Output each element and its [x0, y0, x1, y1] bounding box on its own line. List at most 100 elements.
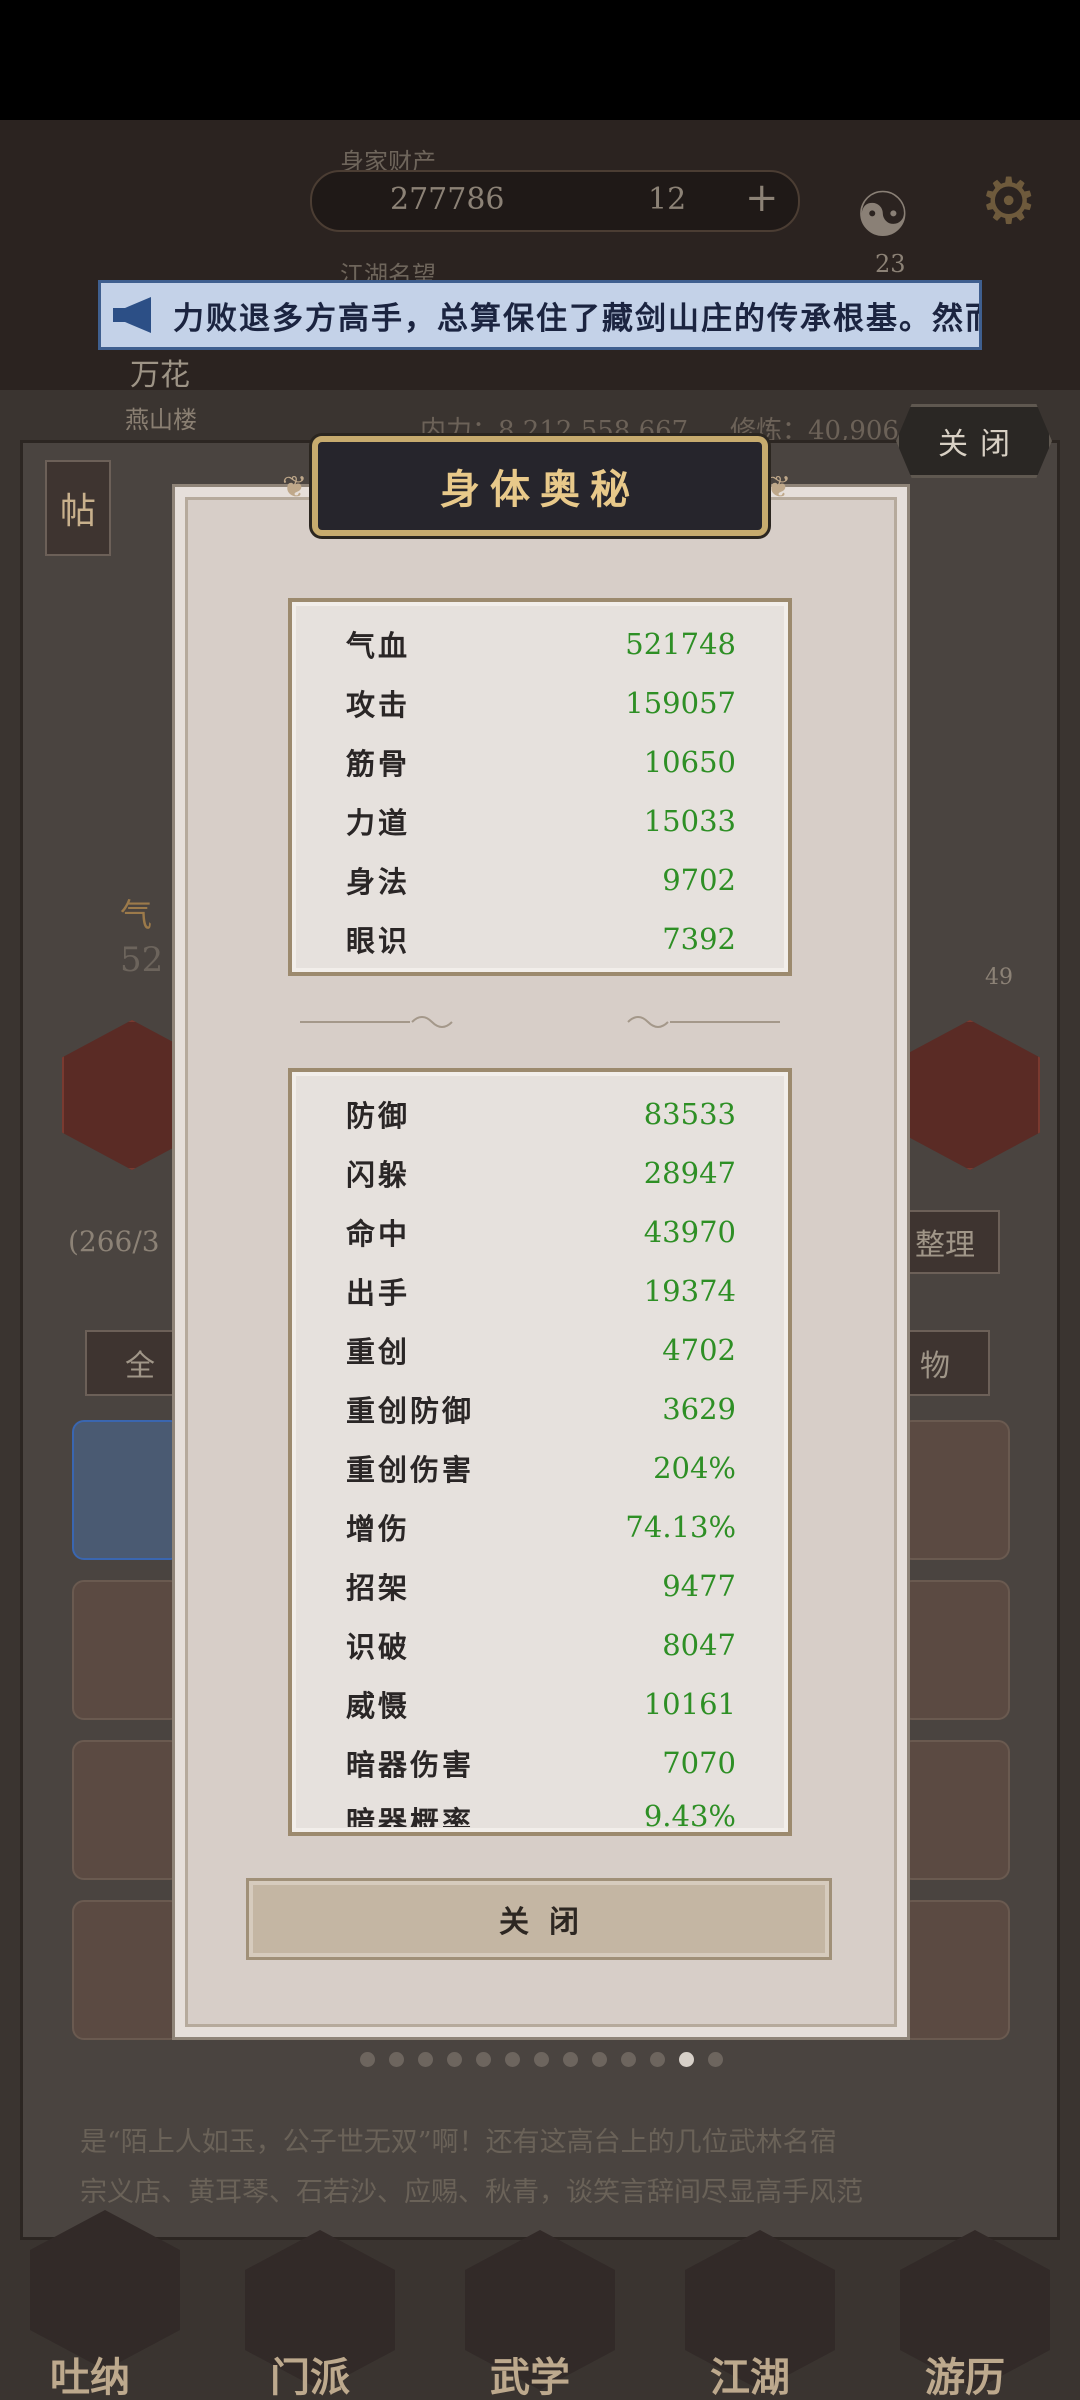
nav-label-menpai[interactable]: 门派	[270, 2345, 350, 2400]
nav-label-jianghu[interactable]: 江湖	[710, 2345, 790, 2400]
character-title: 燕山楼	[125, 406, 197, 434]
stat-row: 身法 9702	[346, 851, 736, 909]
inventory-slot[interactable]	[900, 1580, 1010, 1720]
stat-row: 招架 9477	[346, 1557, 736, 1615]
inventory-slot[interactable]	[72, 1580, 182, 1720]
stat-value: 7070	[662, 1746, 736, 1780]
stat-label: 闪躲	[346, 1158, 411, 1192]
page-dot[interactable]	[505, 2052, 520, 2067]
stat-label: 力道	[346, 806, 411, 840]
stat-label: 重创伤害	[346, 1453, 475, 1487]
add-currency-icon[interactable]: +	[745, 175, 779, 221]
nav-label-tuna[interactable]: 吐纳	[50, 2345, 130, 2400]
page-dot[interactable]	[418, 2052, 433, 2067]
stat-row: 命中 43970	[346, 1203, 736, 1261]
chat-line-2: 宗义店、黄耳琴、石若沙、应赐、秋青，谈笑言辞间尽显高手风范	[80, 2177, 863, 2208]
stat-row: 力道 15033	[346, 792, 736, 850]
stat-row: 增伤 74.13%	[346, 1498, 736, 1556]
stat-label: 威慑	[346, 1689, 411, 1723]
stat-row: 威慑 10161	[346, 1675, 736, 1733]
stat-value: 9.43%	[643, 1799, 736, 1827]
page-dot[interactable]	[650, 2052, 665, 2067]
page-dot[interactable]	[621, 2052, 636, 2067]
stat-row: 重创防御 3629	[346, 1380, 736, 1438]
gem-amount: 12	[648, 182, 687, 217]
stat-row: 攻击 159057	[346, 674, 736, 732]
inventory-counter: (266/3	[68, 1225, 160, 1258]
stat-label: 筋骨	[346, 747, 411, 781]
page-dot[interactable]	[389, 2052, 404, 2067]
nav-label-youli[interactable]: 游历	[925, 2345, 1005, 2400]
title-ornament-right: ❦	[766, 470, 792, 505]
page-indicator	[360, 2052, 723, 2067]
settings-gear-icon[interactable]: ⚙	[980, 165, 1037, 239]
stat-label: 眼识	[346, 924, 411, 958]
close-button[interactable]: 关闭	[246, 1878, 832, 1960]
speaker-icon	[113, 297, 151, 333]
marquee-text: 力败退多方高手，总算保住了藏剑山庄的传承根基。然而	[173, 300, 982, 337]
stat-label: 出手	[346, 1276, 411, 1310]
stat-label: 身法	[346, 865, 411, 899]
stat-row: 气血 521748	[346, 615, 736, 673]
inventory-slot[interactable]	[72, 1420, 182, 1560]
page-dot[interactable]	[708, 2052, 723, 2067]
stat-value: 204%	[653, 1451, 736, 1485]
nav-label-wuxue[interactable]: 武学	[490, 2345, 570, 2400]
stat-label: 重创	[346, 1335, 411, 1369]
close-button-label: 关闭	[499, 1905, 599, 1940]
stat-label: 招架	[346, 1571, 411, 1605]
resource-bar	[310, 170, 800, 232]
stat-row: 眼识 7392	[346, 910, 736, 968]
stat-value: 10650	[643, 745, 736, 779]
stat-value: 9477	[662, 1569, 736, 1603]
stat-value: 8047	[662, 1628, 736, 1662]
stat-label: 攻击	[346, 688, 411, 722]
close-button-top[interactable]: 关闭	[896, 404, 1052, 478]
stat-value: 19374	[643, 1274, 736, 1308]
page-dot[interactable]	[534, 2052, 549, 2067]
stat-label: 暗器概率	[346, 1805, 475, 1827]
stat-row: 防御 83533	[346, 1085, 736, 1143]
basic-stats-panel: 气血 521748 攻击 159057 筋骨 10650 力道 15033 身法…	[288, 598, 792, 976]
inventory-slot[interactable]	[72, 1900, 182, 2040]
notify-count: 23	[875, 250, 906, 278]
inventory-slot[interactable]	[72, 1740, 182, 1880]
inventory-slot[interactable]	[900, 1740, 1010, 1880]
announcement-marquee: 力败退多方高手，总算保住了藏剑山庄的传承根基。然而	[98, 280, 982, 350]
modal-title: 身体奥秘	[440, 466, 640, 513]
page-dot[interactable]	[592, 2052, 607, 2067]
stat-value: 83533	[643, 1097, 736, 1131]
stat-row: 出手 19374	[346, 1262, 736, 1320]
stat-value: 28947	[643, 1156, 736, 1190]
stat-label: 识破	[346, 1630, 411, 1664]
page-dot[interactable]	[563, 2052, 578, 2067]
stat-value: 9702	[662, 863, 736, 897]
stat-value: 74.13%	[625, 1510, 736, 1544]
post-button[interactable]: 帖	[45, 460, 111, 556]
taiji-icon[interactable]: ☯	[855, 178, 911, 251]
stat-value: 3629	[662, 1392, 736, 1426]
stat-row: 识破 8047	[346, 1616, 736, 1674]
inventory-slot[interactable]	[900, 1900, 1010, 2040]
page-dot-active[interactable]	[679, 2052, 694, 2067]
page-dot[interactable]	[360, 2052, 375, 2067]
stat-label: 重创防御	[346, 1394, 475, 1428]
stat-label: 防御	[346, 1099, 411, 1133]
page-dot[interactable]	[447, 2052, 462, 2067]
stat-value: 159057	[625, 686, 736, 720]
inventory-slot[interactable]	[900, 1420, 1010, 1560]
stat-label: 增伤	[346, 1512, 411, 1546]
chat-line-1: 是“陌上人如玉，公子世无双”啊！还有这高台上的几位武林名宿	[80, 2127, 837, 2158]
stat-row: 暗器伤害 7070	[346, 1734, 736, 1792]
stat-row: 筋骨 10650	[346, 733, 736, 791]
stat-row: 闪躲 28947	[346, 1144, 736, 1202]
combat-stats-panel[interactable]: 防御 83533 闪躲 28947 命中 43970 出手 19374 重创 4…	[288, 1068, 792, 1836]
stat-value: 43970	[643, 1215, 736, 1249]
stat-value: 521748	[625, 627, 736, 661]
page-dot[interactable]	[476, 2052, 491, 2067]
section-divider	[300, 1016, 780, 1028]
stat-row: 重创 4702	[346, 1321, 736, 1379]
stat-label: 暗器伤害	[346, 1748, 475, 1782]
stat-row: 暗器概率 9.43%	[346, 1793, 736, 1827]
stat-value: 4702	[662, 1333, 736, 1367]
